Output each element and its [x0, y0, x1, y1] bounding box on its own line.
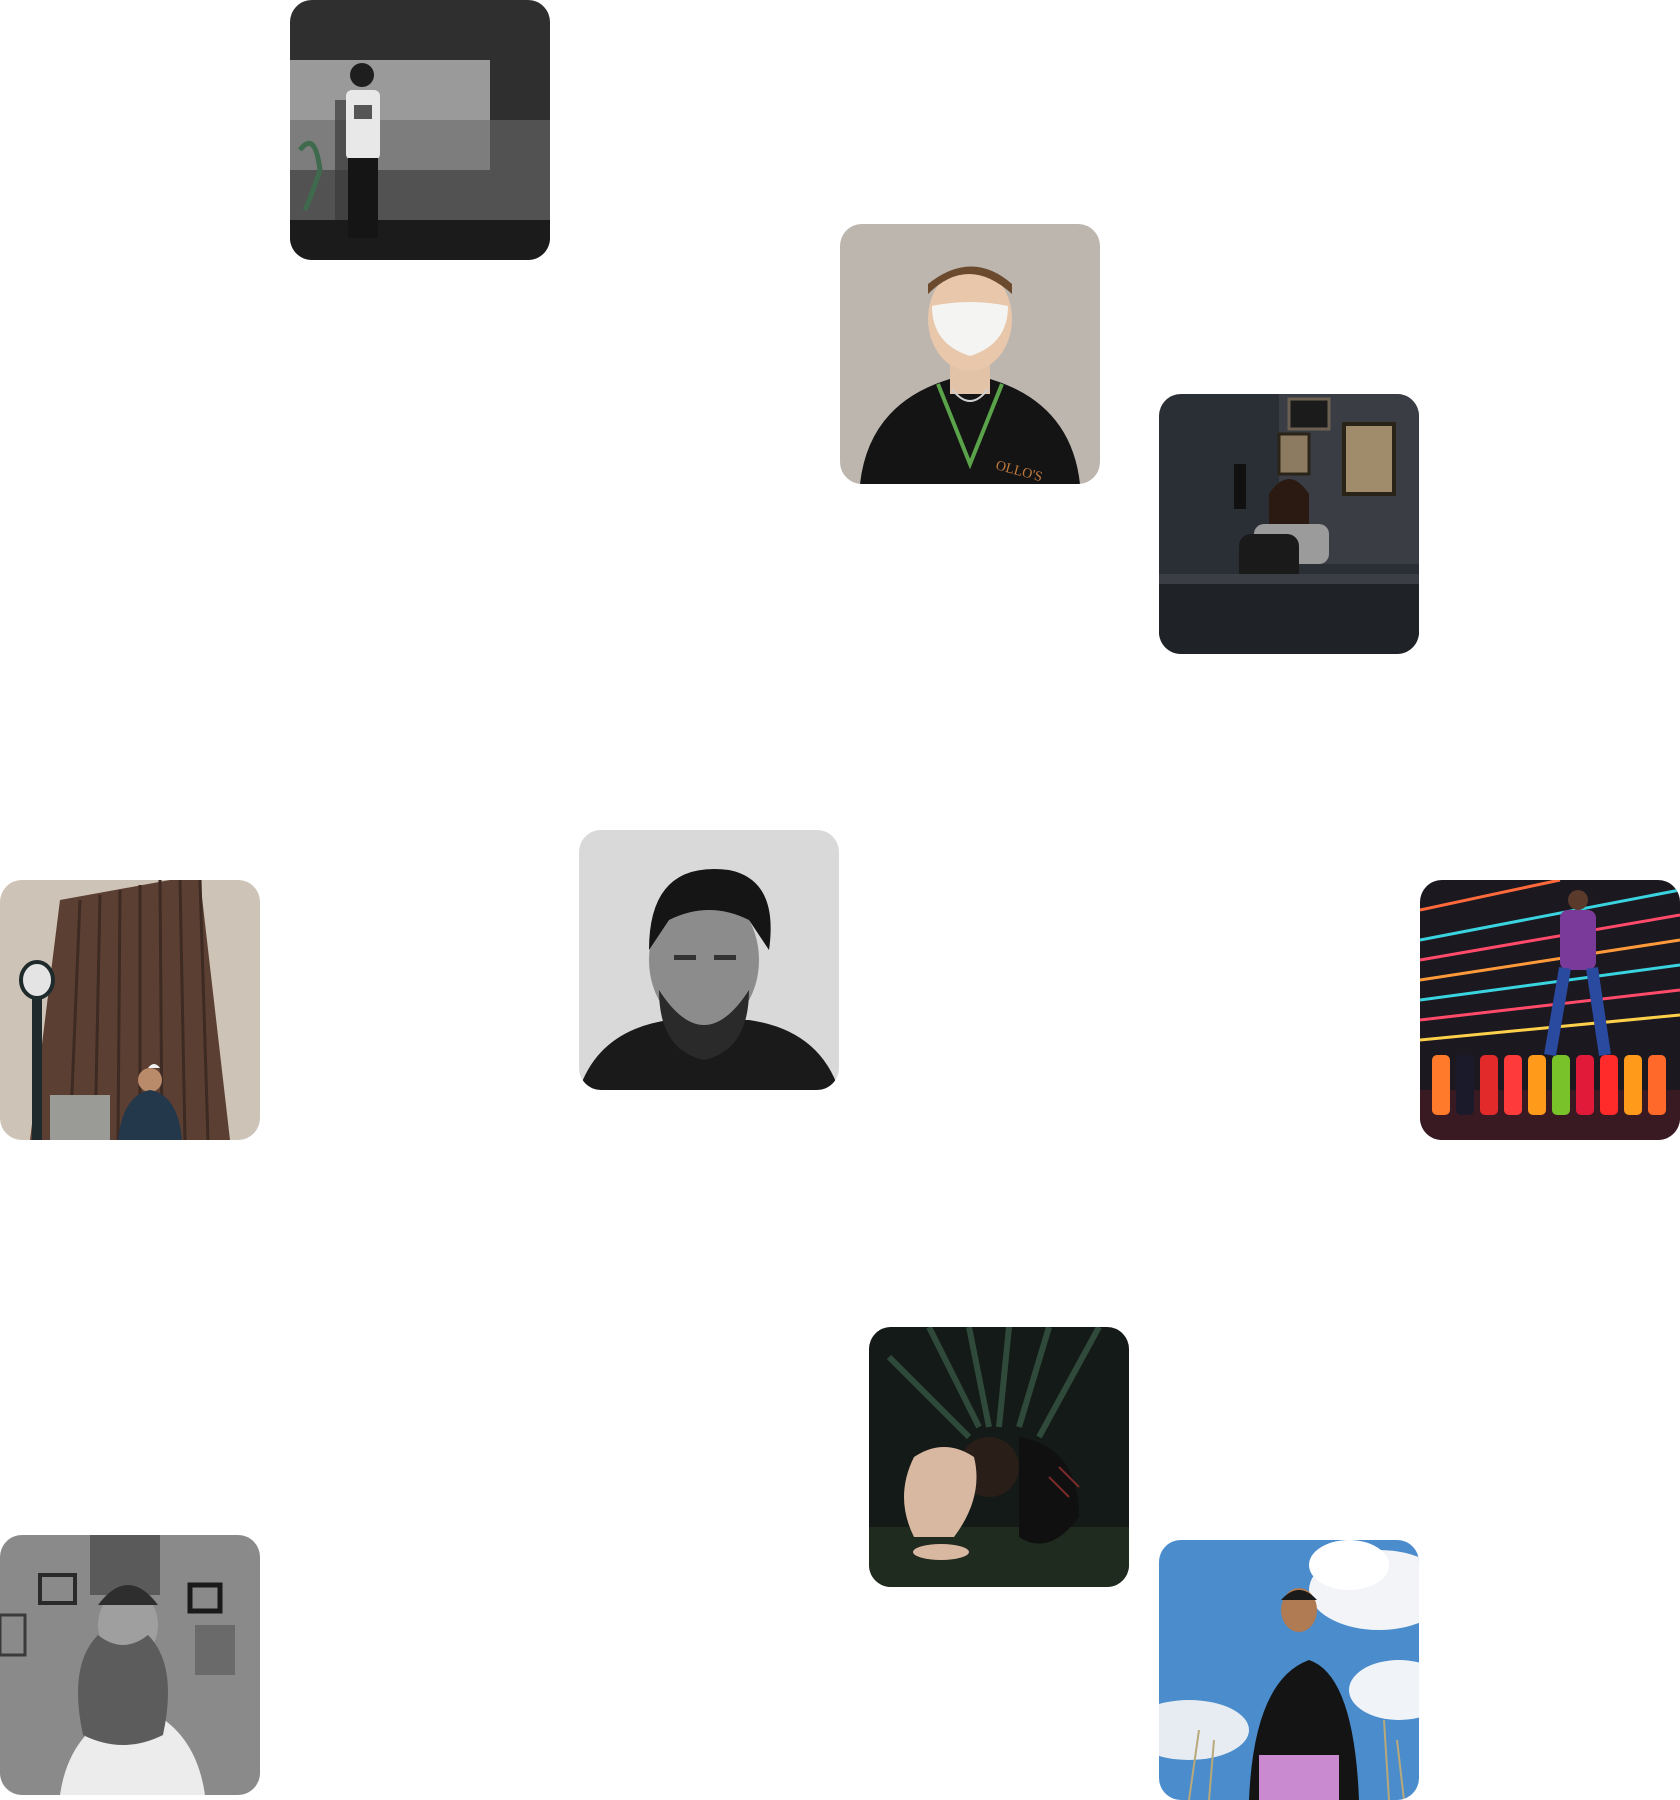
photo-tile-man-skyscraper[interactable] [0, 880, 260, 1140]
portrait-man-face-mask-icon: OLLO'S [840, 224, 1100, 484]
photo-collage: OLLO'S [0, 0, 1680, 1800]
portrait-man-white-tshirt-icon [290, 0, 550, 260]
portrait-bearded-man-monochrome-icon [579, 830, 839, 1090]
portrait-woman-seated-dark-room-icon [1159, 394, 1419, 654]
portrait-woman-curled-foliage-icon [869, 1327, 1129, 1587]
photo-tile-bearded-man-monochrome[interactable] [579, 830, 839, 1090]
portrait-long-beard-monochrome-icon [0, 1535, 260, 1795]
portrait-man-hoodie-sky-icon [1159, 1540, 1419, 1800]
photo-tile-man-hoodie-sky[interactable] [1159, 1540, 1419, 1800]
photo-tile-woman-dark-room[interactable] [1159, 394, 1419, 654]
photo-tile-man-white-tshirt[interactable] [290, 0, 550, 260]
photo-tile-long-beard-monochrome[interactable] [0, 1535, 260, 1795]
photo-tile-man-face-mask[interactable]: OLLO'S [840, 224, 1100, 484]
photo-tile-woman-foliage[interactable] [869, 1327, 1129, 1587]
portrait-man-skyscraper-streetlamp-icon [0, 880, 260, 1140]
portrait-person-neon-bottles-icon [1420, 880, 1680, 1140]
photo-tile-neon-bottles[interactable] [1420, 880, 1680, 1140]
